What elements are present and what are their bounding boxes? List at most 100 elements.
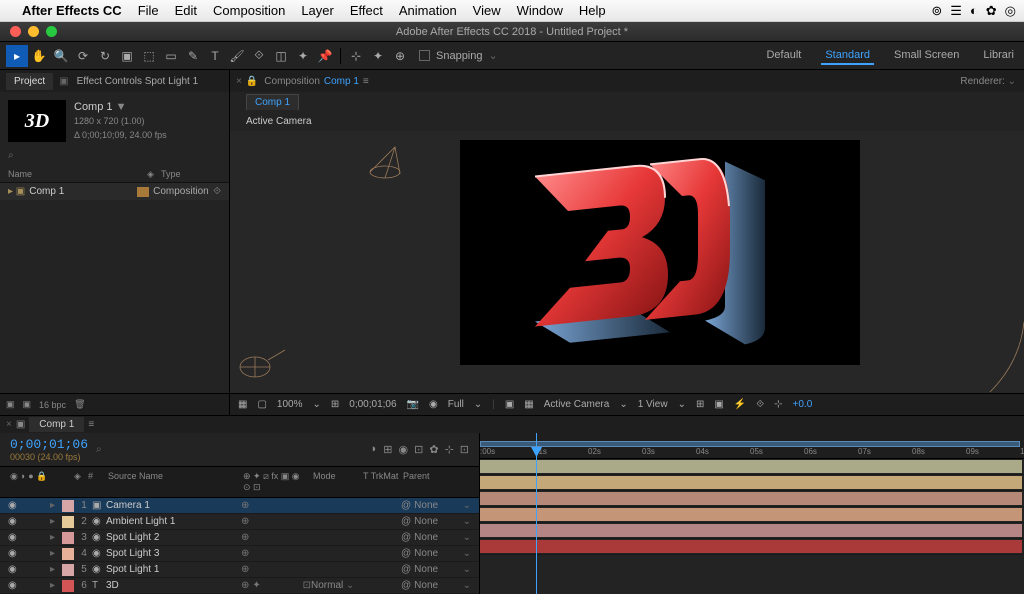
col-name[interactable]: Name bbox=[8, 169, 147, 180]
menu-animation[interactable]: Animation bbox=[399, 3, 457, 18]
layer-row[interactable]: ◉▸3◉Spot Light 2⊕@None⌄ bbox=[0, 530, 479, 546]
workspace-libraries[interactable]: Librari bbox=[979, 47, 1018, 65]
comp-thumbnail[interactable]: 3D bbox=[8, 100, 66, 142]
rotate-tool[interactable]: ↻ bbox=[94, 45, 116, 67]
workspace-default[interactable]: Default bbox=[762, 47, 805, 65]
playhead[interactable] bbox=[536, 433, 537, 594]
layer-name[interactable]: Spot Light 1 bbox=[106, 564, 241, 575]
layer-name[interactable]: 3D bbox=[106, 580, 241, 591]
puppet-tool[interactable]: 📌 bbox=[314, 45, 336, 67]
visibility-toggle[interactable]: ◉ bbox=[8, 548, 22, 559]
shape-tool[interactable]: ▭ bbox=[160, 45, 182, 67]
timeline-ruler[interactable]: :00s01s02s03s04s05s06s07s08s09s10s bbox=[480, 433, 1024, 459]
eraser-tool[interactable]: ◫ bbox=[270, 45, 292, 67]
timeline-icon[interactable]: ⟐ bbox=[756, 399, 764, 410]
brush-tool[interactable]: 🖌 bbox=[226, 45, 248, 67]
layer-color[interactable] bbox=[62, 564, 74, 576]
twirl-icon[interactable]: ▸ bbox=[50, 516, 60, 527]
bpc-button[interactable]: 16 bpc bbox=[39, 400, 66, 410]
menu-window[interactable]: Window bbox=[517, 3, 563, 18]
layer-color[interactable] bbox=[62, 500, 74, 512]
pixel-aspect-icon[interactable]: ▣ bbox=[714, 399, 723, 410]
layer-color[interactable] bbox=[62, 580, 74, 592]
trash-icon[interactable]: 🗑 bbox=[74, 399, 85, 410]
layer-row[interactable]: ◉▸5◉Spot Light 1⊕@None⌄ bbox=[0, 562, 479, 578]
layer-row[interactable]: ◉▸6T3D⊕✦⊡Normal ⌄@None⌄ bbox=[0, 578, 479, 594]
axis-world[interactable]: ✦ bbox=[367, 45, 389, 67]
visibility-toggle[interactable]: ◉ bbox=[8, 500, 22, 511]
transparency-icon[interactable]: ▦ bbox=[524, 399, 533, 410]
brainstorm-icon[interactable]: ✿ bbox=[429, 443, 438, 456]
twirl-icon[interactable]: ▸ bbox=[50, 500, 60, 511]
layer-track[interactable] bbox=[480, 459, 1024, 475]
menu-file[interactable]: File bbox=[138, 3, 159, 18]
menu-extra-icon[interactable]: ◐ bbox=[970, 3, 978, 18]
zoom-tool[interactable]: 🔍 bbox=[50, 45, 72, 67]
workspace-small[interactable]: Small Screen bbox=[890, 47, 963, 65]
layer-track[interactable] bbox=[480, 539, 1024, 555]
layer-name[interactable]: Camera 1 bbox=[106, 500, 241, 511]
type-tool[interactable]: T bbox=[204, 45, 226, 67]
comp-name[interactable]: Comp 1 bbox=[324, 76, 359, 87]
parent-pickwhip[interactable]: @None⌄ bbox=[401, 564, 471, 575]
menu-view[interactable]: View bbox=[473, 3, 501, 18]
timecode[interactable]: 0;00;01;06 bbox=[349, 399, 396, 410]
roi-icon[interactable]: ▣ bbox=[505, 399, 514, 410]
flowchart-tab[interactable]: Comp 1 bbox=[246, 94, 299, 110]
frame-blend-icon[interactable]: ⊞ bbox=[383, 443, 392, 456]
layer-track[interactable] bbox=[480, 491, 1024, 507]
menu-extra-icon[interactable]: ⊚ bbox=[931, 3, 942, 19]
menu-effect[interactable]: Effect bbox=[350, 3, 383, 18]
visibility-toggle[interactable]: ◉ bbox=[8, 516, 22, 527]
parent-pickwhip[interactable]: @None⌄ bbox=[401, 580, 471, 591]
switches-icon[interactable]: ⊡ bbox=[460, 443, 469, 456]
twirl-icon[interactable]: ▸ bbox=[50, 548, 60, 559]
close-window[interactable] bbox=[10, 26, 21, 37]
twirl-icon[interactable]: ▸ bbox=[50, 580, 60, 591]
res-icon[interactable]: ⊞ bbox=[331, 399, 339, 410]
menu-help[interactable]: Help bbox=[579, 3, 606, 18]
workspace-standard[interactable]: Standard bbox=[821, 47, 874, 65]
minimize-window[interactable] bbox=[28, 26, 39, 37]
composition-viewer[interactable] bbox=[230, 131, 1024, 393]
tab-effect-controls[interactable]: Effect Controls Spot Light 1 bbox=[69, 73, 207, 90]
maximize-window[interactable] bbox=[46, 26, 57, 37]
roto-tool[interactable]: ✦ bbox=[292, 45, 314, 67]
twirl-icon[interactable]: ▸ bbox=[50, 532, 60, 543]
tab-project[interactable]: Project bbox=[6, 73, 53, 90]
visibility-toggle[interactable]: ◉ bbox=[8, 580, 22, 591]
parent-pickwhip[interactable]: @None⌄ bbox=[401, 548, 471, 559]
menu-layer[interactable]: Layer bbox=[301, 3, 334, 18]
layer-row[interactable]: ◉▸2◉Ambient Light 1⊕@None⌄ bbox=[0, 514, 479, 530]
timeline-search[interactable] bbox=[110, 444, 210, 455]
axis-local[interactable]: ⊹ bbox=[345, 45, 367, 67]
orbit-tool[interactable]: ⟳ bbox=[72, 45, 94, 67]
parent-pickwhip[interactable]: @None⌄ bbox=[401, 532, 471, 543]
draft3d-icon[interactable]: ⊹ bbox=[445, 443, 454, 456]
menu-extra-icon[interactable]: ✿ bbox=[986, 3, 997, 19]
mask-icon[interactable]: ▢ bbox=[257, 399, 266, 410]
visibility-toggle[interactable]: ◉ bbox=[8, 532, 22, 543]
app-name[interactable]: After Effects CC bbox=[22, 3, 122, 18]
menu-extra-icon[interactable]: ◎ bbox=[1005, 3, 1016, 19]
motion-blur-icon[interactable]: ◉ bbox=[399, 443, 409, 456]
visibility-toggle[interactable]: ◉ bbox=[8, 564, 22, 575]
layer-row[interactable]: ◉▸1▣Camera 1⊕@None⌄ bbox=[0, 498, 479, 514]
current-timecode[interactable]: 0;00;01;06 bbox=[10, 437, 88, 452]
layer-name[interactable]: Spot Light 2 bbox=[106, 532, 241, 543]
layer-color[interactable] bbox=[62, 532, 74, 544]
resolution-dropdown[interactable]: Full bbox=[448, 399, 464, 410]
pen-tool[interactable]: ✎ bbox=[182, 45, 204, 67]
hand-tool[interactable]: ✋ bbox=[28, 45, 50, 67]
lock-icon[interactable]: 🔒 bbox=[246, 76, 258, 87]
snapping-toggle[interactable]: Snapping ⌄ bbox=[419, 49, 498, 62]
views-dropdown[interactable]: 1 View bbox=[638, 399, 668, 410]
flowchart-icon[interactable]: ⊹ bbox=[774, 399, 782, 410]
col-type[interactable]: Type bbox=[161, 169, 221, 180]
graph-icon[interactable]: ⊡ bbox=[414, 443, 423, 456]
menu-extra-icon[interactable]: ☰ bbox=[950, 3, 962, 19]
layer-row[interactable]: ◉▸4◉Spot Light 3⊕@None⌄ bbox=[0, 546, 479, 562]
layer-color[interactable] bbox=[62, 516, 74, 528]
grid-icon[interactable]: ▦ bbox=[238, 399, 247, 410]
shy-icon[interactable]: ◗ bbox=[371, 443, 378, 456]
